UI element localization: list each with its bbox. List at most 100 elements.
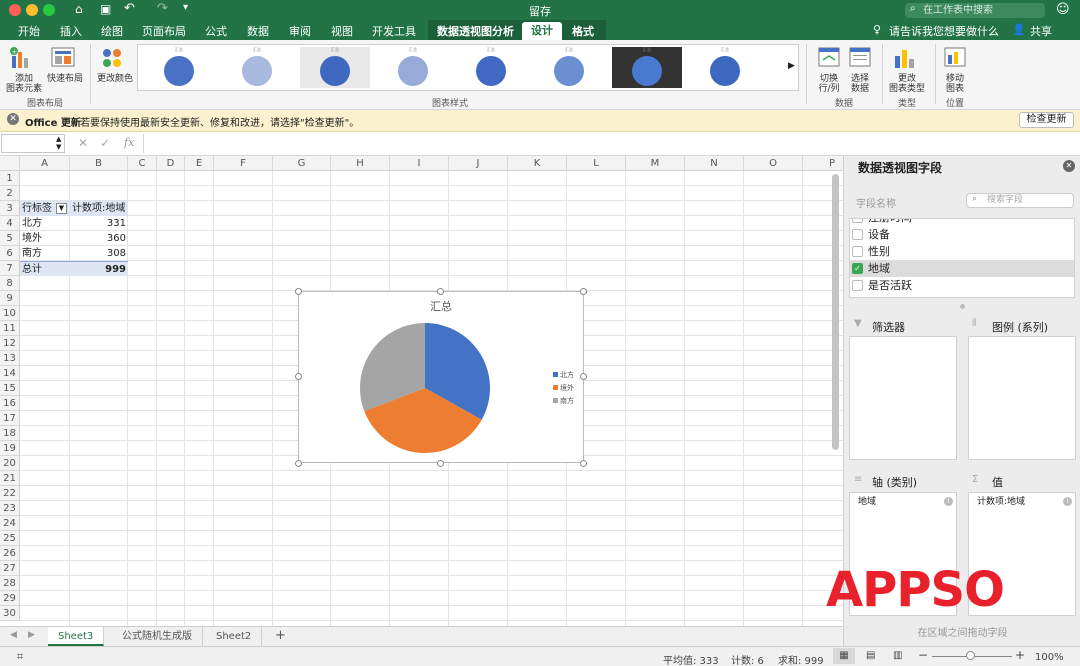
tab-home[interactable]: 开始 — [18, 23, 40, 39]
chart-style-thumbnail[interactable]: 汇总 — [690, 47, 760, 88]
chart-resize-handle[interactable] — [580, 288, 587, 295]
tab-insert[interactable]: 插入 — [60, 23, 82, 39]
legend-entry[interactable]: 南方 — [553, 396, 574, 409]
field-item[interactable]: 设备 — [850, 226, 1074, 243]
field-item[interactable]: ✓ 地域 — [850, 260, 1074, 277]
chart-resize-handle[interactable] — [437, 288, 444, 295]
row-header[interactable]: 9 — [0, 291, 20, 306]
cancel-formula-icon[interactable]: ✕ — [78, 136, 88, 150]
pivot-row-label[interactable]: 境外 — [20, 231, 70, 246]
zoom-slider-thumb[interactable] — [966, 651, 975, 660]
tab-design[interactable]: 设计 — [522, 22, 562, 40]
column-header[interactable]: N — [685, 156, 744, 171]
row-header[interactable]: 27 — [0, 561, 20, 576]
change-chart-type-button[interactable] — [893, 46, 921, 70]
zoom-out-icon[interactable]: − — [918, 648, 928, 662]
chart-resize-handle[interactable] — [580, 373, 587, 380]
sheet-tab[interactable]: Sheet2 — [206, 627, 263, 646]
sheet-tab[interactable]: 公式随机生成版 — [112, 627, 203, 646]
row-header[interactable]: 7 — [0, 261, 20, 276]
macro-record-icon[interactable]: ⌗ — [17, 650, 23, 664]
column-header[interactable]: M — [626, 156, 685, 171]
smiley-icon[interactable]: ☺ — [1056, 2, 1070, 17]
pivot-value-header[interactable]: 计数项:地域 — [70, 201, 128, 216]
field-checkbox[interactable]: ✓ — [852, 263, 863, 274]
chart-style-thumbnail[interactable]: 汇总 — [300, 47, 370, 88]
row-header[interactable]: 8 — [0, 276, 20, 291]
axis-field-item[interactable]: 地域 — [852, 495, 954, 510]
column-header[interactable]: H — [331, 156, 390, 171]
row-header[interactable]: 30 — [0, 606, 20, 621]
insert-function-icon[interactable]: fx — [124, 136, 134, 149]
change-colors-button[interactable] — [100, 46, 128, 70]
column-header[interactable]: O — [744, 156, 803, 171]
add-chart-element-button[interactable]: + — [8, 46, 36, 70]
column-header[interactable]: A — [20, 156, 70, 171]
row-header[interactable]: 12 — [0, 336, 20, 351]
chart-style-thumbnail[interactable]: 汇总 — [534, 47, 604, 88]
tab-view[interactable]: 视图 — [331, 23, 353, 39]
tab-format[interactable]: 格式 — [572, 23, 594, 39]
share-button[interactable]: 共享 — [1030, 23, 1052, 39]
chart-legend[interactable]: 北方 境外 南方 — [553, 370, 574, 409]
add-sheet-icon[interactable]: + — [275, 628, 286, 643]
chart-resize-handle[interactable] — [295, 288, 302, 295]
legend-entry[interactable]: 境外 — [553, 383, 574, 396]
check-updates-button[interactable]: 检查更新 — [1019, 112, 1074, 128]
next-sheet-icon[interactable]: ▶ — [28, 630, 35, 640]
row-header[interactable]: 14 — [0, 366, 20, 381]
name-box[interactable]: ▲ ▼ — [1, 134, 65, 153]
column-header[interactable]: P — [803, 156, 843, 171]
row-header[interactable]: 4 — [0, 216, 20, 231]
normal-view-icon[interactable]: ▦ — [833, 648, 855, 664]
chart-style-thumbnail[interactable]: 汇总 — [612, 47, 682, 88]
switch-row-column-button[interactable] — [817, 46, 841, 70]
pivot-row-label-header[interactable]: 行标签 ▼ — [20, 201, 70, 216]
row-header[interactable]: 1 — [0, 171, 20, 186]
row-header[interactable]: 13 — [0, 351, 20, 366]
pivot-row-label[interactable]: 北方 — [20, 216, 70, 231]
pivot-row-label[interactable]: 南方 — [20, 246, 70, 261]
legend-drop-area[interactable] — [968, 336, 1076, 460]
tab-data[interactable]: 数据 — [247, 23, 269, 39]
field-checkbox[interactable] — [852, 280, 863, 291]
pivot-total-label[interactable]: 总计 — [20, 261, 70, 276]
zoom-in-icon[interactable]: + — [1015, 648, 1025, 662]
row-header[interactable]: 20 — [0, 456, 20, 471]
row-header[interactable]: 11 — [0, 321, 20, 336]
row-header[interactable]: 3 — [0, 201, 20, 216]
row-header[interactable]: 19 — [0, 441, 20, 456]
column-header[interactable]: D — [157, 156, 185, 171]
tell-me-input[interactable]: 请告诉我您想要做什么 — [889, 23, 999, 39]
row-header[interactable]: 18 — [0, 426, 20, 441]
chart-resize-handle[interactable] — [580, 460, 587, 467]
name-box-stepper-icon[interactable]: ▲ ▼ — [56, 135, 61, 151]
tab-developer[interactable]: 开发工具 — [372, 23, 416, 39]
chart-style-thumbnail[interactable]: 汇总 — [144, 47, 214, 88]
info-icon[interactable]: i — [1063, 497, 1072, 506]
column-header[interactable]: E — [185, 156, 214, 171]
field-checkbox[interactable] — [852, 229, 863, 240]
legend-entry[interactable]: 北方 — [553, 370, 574, 383]
row-header[interactable]: 10 — [0, 306, 20, 321]
pivot-row-value[interactable]: 308 — [70, 246, 128, 261]
tab-draw[interactable]: 绘图 — [101, 23, 123, 39]
row-header[interactable]: 28 — [0, 576, 20, 591]
pivot-row-value[interactable]: 331 — [70, 216, 128, 231]
tab-pivotchart-analyze[interactable]: 数据透视图分析 — [437, 23, 514, 39]
row-header[interactable]: 23 — [0, 501, 20, 516]
chart-styles-gallery[interactable]: 汇总 汇总 汇总 汇总 汇总 汇总 汇总 汇总 ▶ — [137, 44, 799, 91]
info-icon[interactable]: i — [944, 497, 953, 506]
field-search-input[interactable]: 搜索字段 — [966, 193, 1074, 208]
column-header[interactable]: L — [567, 156, 626, 171]
tab-formulas[interactable]: 公式 — [205, 23, 227, 39]
page-break-view-icon[interactable]: ▥ — [893, 650, 902, 661]
column-header[interactable]: G — [273, 156, 331, 171]
row-header[interactable]: 25 — [0, 531, 20, 546]
pivot-chart[interactable]: 汇总 北方 境外 南方 — [298, 291, 584, 463]
chart-style-thumbnail[interactable]: 汇总 — [378, 47, 448, 88]
chart-resize-handle[interactable] — [295, 460, 302, 467]
chart-resize-handle[interactable] — [437, 460, 444, 467]
sheet-tab[interactable]: Sheet3 — [48, 627, 105, 646]
row-header[interactable]: 26 — [0, 546, 20, 561]
